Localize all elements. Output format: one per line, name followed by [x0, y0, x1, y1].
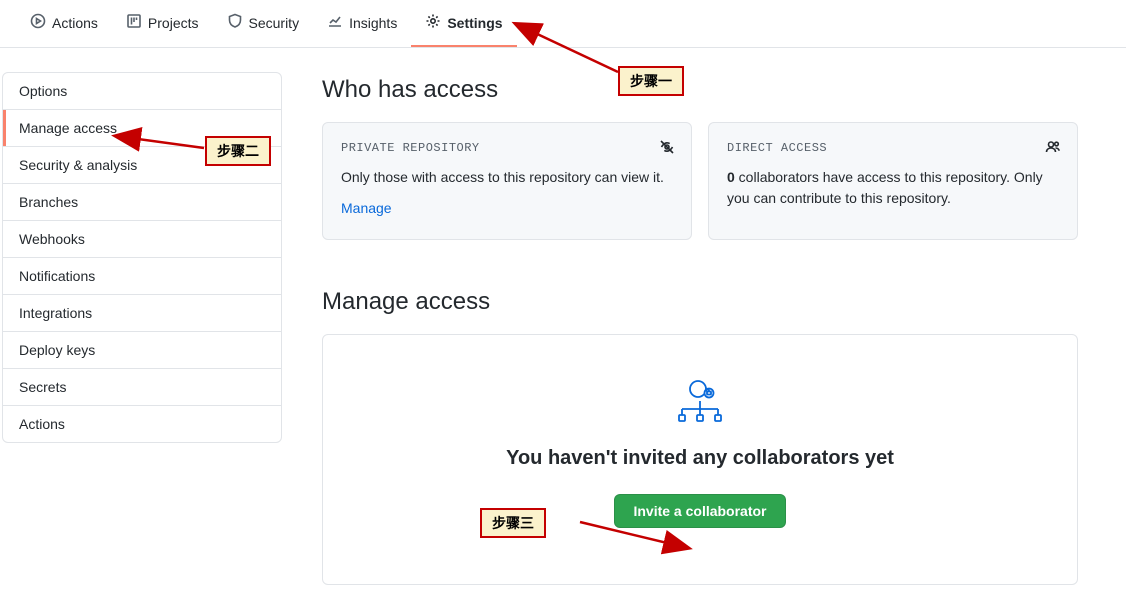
tab-label: Security: [249, 15, 300, 31]
manage-visibility-link[interactable]: Manage: [341, 200, 392, 216]
sidebar-item-integrations[interactable]: Integrations: [3, 295, 281, 332]
direct-card-desc-text: collaborators have access to this reposi…: [727, 169, 1043, 206]
tab-projects[interactable]: Projects: [112, 0, 213, 47]
tab-label: Settings: [447, 15, 502, 31]
manage-access-title: Manage access: [322, 288, 1078, 316]
sidebar-item-webhooks[interactable]: Webhooks: [3, 221, 281, 258]
annotation-step2: 步骤二: [205, 136, 271, 166]
direct-card-title: DIRECT ACCESS: [727, 141, 1059, 155]
tab-label: Insights: [349, 15, 397, 31]
private-card-desc: Only those with access to this repositor…: [341, 167, 673, 188]
sidebar-item-options[interactable]: Options: [3, 73, 281, 110]
tab-label: Actions: [52, 15, 98, 31]
direct-access-card: DIRECT ACCESS 0 collaborators have acces…: [708, 122, 1078, 240]
sidebar-item-label: Notifications: [19, 268, 95, 284]
tab-security[interactable]: Security: [213, 0, 314, 47]
repo-topnav: Actions Projects Security Insights Setti…: [0, 0, 1126, 48]
sidebar-item-actions[interactable]: Actions: [3, 406, 281, 442]
eye-off-icon: [659, 139, 675, 155]
direct-card-desc: 0 collaborators have access to this repo…: [727, 167, 1059, 209]
sidebar-item-label: Branches: [19, 194, 78, 210]
sidebar-item-label: Manage access: [19, 120, 117, 136]
invite-collaborator-button[interactable]: Invite a collaborator: [614, 494, 785, 528]
sidebar-item-notifications[interactable]: Notifications: [3, 258, 281, 295]
sidebar-item-label: Deploy keys: [19, 342, 95, 358]
gear-icon: [425, 13, 441, 32]
annotation-step1: 步骤一: [618, 66, 684, 96]
sidebar-item-label: Integrations: [19, 305, 92, 321]
tab-settings[interactable]: Settings: [411, 0, 516, 47]
tab-actions[interactable]: Actions: [16, 0, 112, 47]
sidebar-item-label: Actions: [19, 416, 65, 432]
sidebar-item-branches[interactable]: Branches: [3, 184, 281, 221]
project-icon: [126, 13, 142, 32]
settings-sidebar: Options Manage access Security & analysi…: [2, 72, 282, 443]
annotation-step3: 步骤三: [480, 508, 546, 538]
blankslate-text: You haven't invited any collaborators ye…: [353, 447, 1047, 470]
sidebar-item-deploy-keys[interactable]: Deploy keys: [3, 332, 281, 369]
tab-insights[interactable]: Insights: [313, 0, 411, 47]
sidebar-item-label: Webhooks: [19, 231, 85, 247]
collab-count: 0: [727, 169, 735, 185]
manage-access-panel: You haven't invited any collaborators ye…: [322, 334, 1078, 585]
play-icon: [30, 13, 46, 32]
collaborator-icon: [353, 375, 1047, 423]
access-cards: PRIVATE REPOSITORY Only those with acces…: [322, 122, 1078, 240]
sidebar-item-secrets[interactable]: Secrets: [3, 369, 281, 406]
sidebar-item-label: Security & analysis: [19, 157, 137, 173]
sidebar-item-label: Options: [19, 83, 67, 99]
tab-label: Projects: [148, 15, 199, 31]
people-icon: [1045, 139, 1061, 155]
private-card-title: PRIVATE REPOSITORY: [341, 141, 673, 155]
main-content: Who has access PRIVATE REPOSITORY Only t…: [282, 72, 1102, 585]
shield-icon: [227, 13, 243, 32]
access-title: Who has access: [322, 76, 1078, 104]
private-repo-card: PRIVATE REPOSITORY Only those with acces…: [322, 122, 692, 240]
graph-icon: [327, 13, 343, 32]
sidebar-item-label: Secrets: [19, 379, 66, 395]
